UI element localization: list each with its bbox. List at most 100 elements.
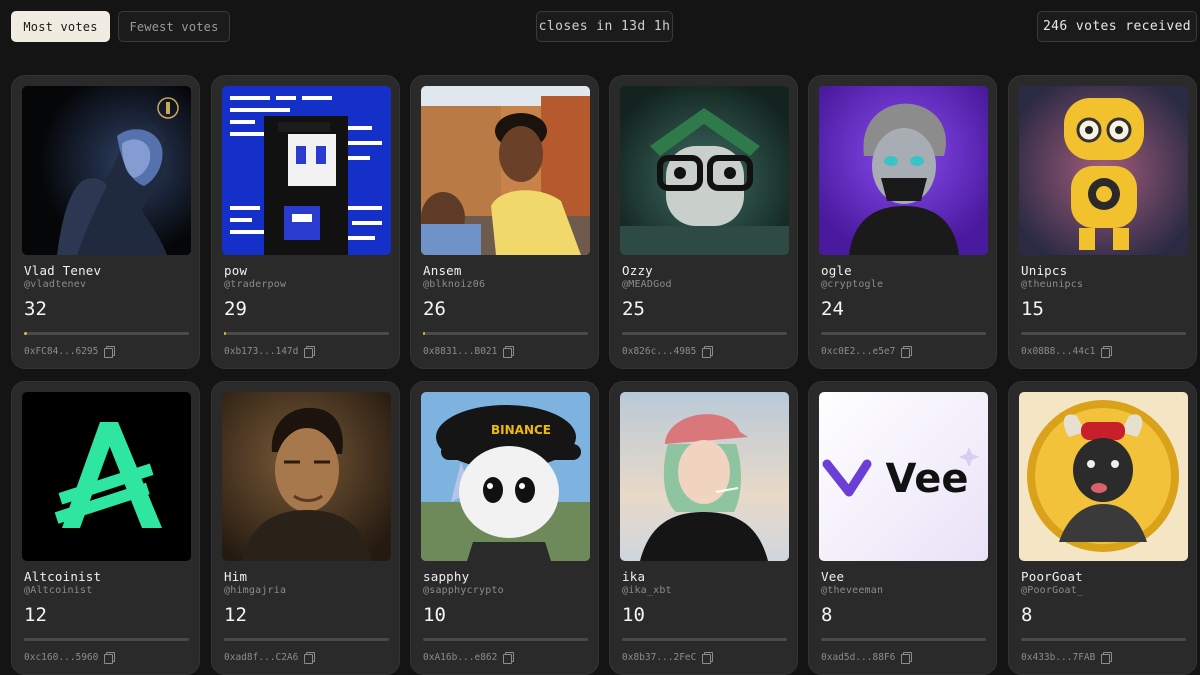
vote-count: 32 <box>24 298 47 320</box>
candidate-handle[interactable]: @vladtenev <box>24 279 86 290</box>
altcoinist-avatar <box>22 392 191 561</box>
candidate-card[interactable]: Ansem @blknoiz06 26 0x8831...B021 <box>410 75 599 369</box>
wallet-address: 0x8831...B021 <box>423 346 515 358</box>
candidate-handle[interactable]: @blknoiz06 <box>423 279 485 290</box>
vote-count: 8 <box>821 604 833 626</box>
vote-progress-fill <box>24 332 27 335</box>
wallet-address-text: 0x08B8...44c1 <box>1021 346 1096 357</box>
candidate-handle[interactable]: @theveeman <box>821 585 883 596</box>
votes-received-badge: 246 votes received <box>1037 11 1197 42</box>
candidate-card[interactable]: Him @himgajria 12 0xad8f...C2A6 <box>211 381 400 675</box>
copy-icon[interactable] <box>702 346 714 358</box>
vote-progress-bar <box>224 638 389 641</box>
sapphy-avatar: BINANCE <box>421 392 590 561</box>
copy-icon[interactable] <box>1101 652 1113 664</box>
vote-count: 12 <box>224 604 247 626</box>
candidate-card[interactable]: ika @ika_xbt 10 0x8b37...2FeC <box>609 381 798 675</box>
copy-icon[interactable] <box>104 652 116 664</box>
vote-progress-bar <box>423 332 588 335</box>
candidate-avatar <box>1019 392 1188 561</box>
vote-progress-bar <box>1021 638 1186 641</box>
candidate-handle[interactable]: @PoorGoat_ <box>1021 585 1083 596</box>
wallet-address-text: 0xc160...5960 <box>24 652 99 663</box>
copy-icon[interactable] <box>503 346 515 358</box>
candidate-handle[interactable]: @traderpow <box>224 279 286 290</box>
candidate-handle[interactable]: @cryptogle <box>821 279 883 290</box>
copy-icon[interactable] <box>1101 346 1113 358</box>
candidate-card[interactable]: Vee Vee @theveeman 8 0xad5d...88F6 <box>808 381 997 675</box>
sort-fewest-votes-button[interactable]: Fewest votes <box>118 11 230 42</box>
wallet-address: 0xFC84...6295 <box>24 346 116 358</box>
wallet-address-text: 0xad5d...88F6 <box>821 652 896 663</box>
him-avatar <box>222 392 391 561</box>
vote-progress-bar <box>821 638 986 641</box>
candidate-card[interactable]: BINANCE sapphy @sapphycrypto 10 0xA16b..… <box>410 381 599 675</box>
candidate-handle[interactable]: @sapphycrypto <box>423 585 504 596</box>
pow-avatar <box>222 86 391 255</box>
wallet-address-text: 0x8b37...2FeC <box>622 652 697 663</box>
candidate-handle[interactable]: @theunipcs <box>1021 279 1083 290</box>
vote-count: 8 <box>1021 604 1033 626</box>
candidate-card[interactable]: ogle @cryptogle 24 0xc0E2...e5e7 <box>808 75 997 369</box>
candidate-name: Vee <box>821 569 845 584</box>
copy-icon[interactable] <box>304 652 316 664</box>
candidate-avatar <box>620 86 789 255</box>
wallet-address-text: 0x8831...B021 <box>423 346 498 357</box>
candidate-name: Him <box>224 569 248 584</box>
wallet-address-text: 0xad8f...C2A6 <box>224 652 299 663</box>
candidate-card[interactable]: pow @traderpow 29 0xb173...147d <box>211 75 400 369</box>
wallet-address: 0xA16b...e862 <box>423 652 515 664</box>
vee-avatar: Vee <box>819 392 988 561</box>
wallet-address-text: 0xFC84...6295 <box>24 346 99 357</box>
vote-progress-bar <box>224 332 389 335</box>
vote-count: 26 <box>423 298 446 320</box>
candidate-avatar <box>222 392 391 561</box>
candidate-card[interactable]: PoorGoat @PoorGoat_ 8 0x433b...7FAB <box>1008 381 1197 675</box>
ika-avatar <box>620 392 789 561</box>
candidate-avatar: Vee <box>819 392 988 561</box>
wallet-address: 0x08B8...44c1 <box>1021 346 1113 358</box>
wallet-address: 0xc160...5960 <box>24 652 116 664</box>
candidate-avatar <box>819 86 988 255</box>
wallet-address-text: 0xA16b...e862 <box>423 652 498 663</box>
poorgoat-avatar <box>1019 392 1188 561</box>
candidate-avatar: BINANCE <box>421 392 590 561</box>
copy-icon[interactable] <box>104 346 116 358</box>
top-toolbar: Most votes Fewest votes closes in 13d 1h… <box>0 0 1200 50</box>
wallet-address-text: 0xb173...147d <box>224 346 299 357</box>
candidate-handle[interactable]: @Altcoinist <box>24 585 92 596</box>
vote-progress-bar <box>423 638 588 641</box>
candidate-avatar <box>1019 86 1188 255</box>
copy-icon[interactable] <box>901 346 913 358</box>
candidate-handle[interactable]: @ika_xbt <box>622 585 672 596</box>
candidate-card[interactable]: Vlad Tenev @vladtenev 32 0xFC84...6295 <box>11 75 200 369</box>
copy-icon[interactable] <box>503 652 515 664</box>
candidate-name: ogle <box>821 263 852 278</box>
candidate-avatar <box>22 86 191 255</box>
candidate-avatar <box>222 86 391 255</box>
candidate-handle[interactable]: @himgajria <box>224 585 286 596</box>
wallet-address: 0x433b...7FAB <box>1021 652 1113 664</box>
candidate-name: Unipcs <box>1021 263 1068 278</box>
candidate-name: PoorGoat <box>1021 569 1083 584</box>
vlad-tenev-avatar <box>22 86 191 255</box>
wallet-address: 0xb173...147d <box>224 346 316 358</box>
candidate-card[interactable]: Altcoinist @Altcoinist 12 0xc160...5960 <box>11 381 200 675</box>
candidate-card[interactable]: Unipcs @theunipcs 15 0x08B8...44c1 <box>1008 75 1197 369</box>
vote-count: 25 <box>622 298 645 320</box>
candidate-avatar <box>620 392 789 561</box>
candidate-name: Ozzy <box>622 263 653 278</box>
sort-most-votes-button[interactable]: Most votes <box>11 11 110 42</box>
candidate-card[interactable]: Ozzy @MEADGod 25 0x826c...4985 <box>609 75 798 369</box>
copy-icon[interactable] <box>901 652 913 664</box>
candidate-handle[interactable]: @MEADGod <box>622 279 672 290</box>
vote-count: 10 <box>423 604 446 626</box>
binance-cap-text: BINANCE <box>491 423 551 437</box>
vote-count: 15 <box>1021 298 1044 320</box>
copy-icon[interactable] <box>702 652 714 664</box>
copy-icon[interactable] <box>304 346 316 358</box>
wallet-address-text: 0x433b...7FAB <box>1021 652 1096 663</box>
wallet-address-text: 0xc0E2...e5e7 <box>821 346 896 357</box>
vote-count: 10 <box>622 604 645 626</box>
wallet-address: 0xad5d...88F6 <box>821 652 913 664</box>
